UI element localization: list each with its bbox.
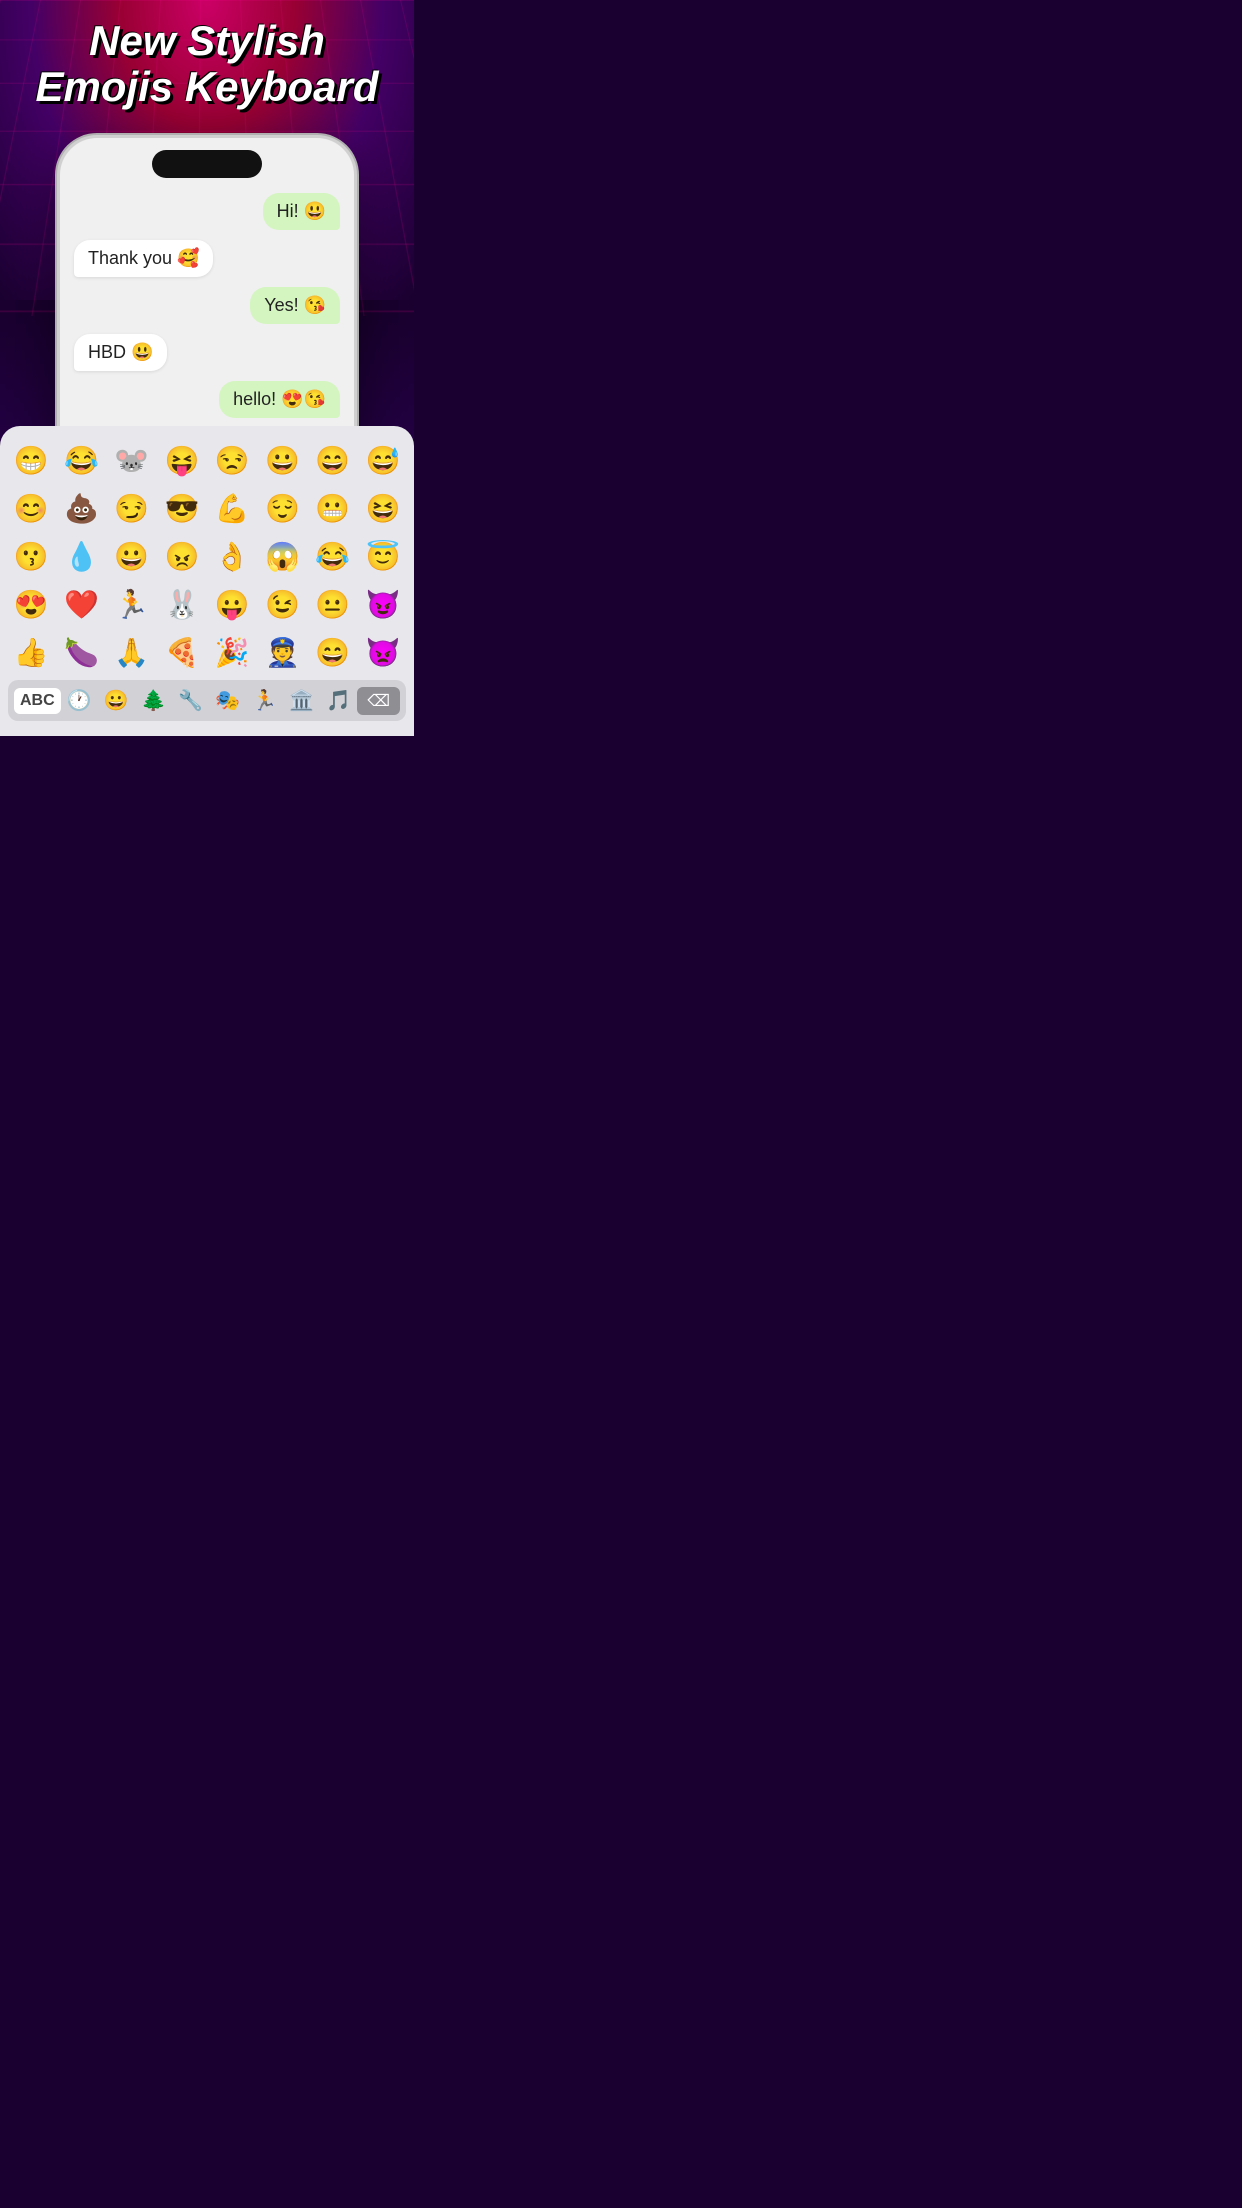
emoji-cell-17[interactable]: 💧 xyxy=(58,534,104,578)
emoji-cell-8[interactable]: 😊 xyxy=(8,486,54,530)
emoji-cell-7[interactable]: 😅 xyxy=(360,438,406,482)
emoji-cell-5[interactable]: 😀 xyxy=(259,438,305,482)
emoji-cell-31[interactable]: 😈 xyxy=(360,582,406,626)
emoji-cell-11[interactable]: 😎 xyxy=(159,486,205,530)
bubble-1: Hi! 😃 xyxy=(263,193,340,230)
emoji-cell-24[interactable]: 😍 xyxy=(8,582,54,626)
emoji-cell-15[interactable]: 😆 xyxy=(360,486,406,530)
objects-icon[interactable]: 🔧 xyxy=(172,684,209,717)
emoji-cell-23[interactable]: 😇 xyxy=(360,534,406,578)
emoji-cell-3[interactable]: 😝 xyxy=(159,438,205,482)
emoji-cell-16[interactable]: 😗 xyxy=(8,534,54,578)
app-container: New Stylish Emojis Keyboard Hi! 😃 Thank y… xyxy=(0,0,414,736)
keyboard-panel: 😁😂🐭😝😒😀😄😅😊💩😏😎💪😌😬😆😗💧😀😠👌😱😂😇😍❤️🏃🐰😛😉😐😈👍🍆🙏🍕🎉👮😄… xyxy=(0,426,414,736)
bubble-5: hello! 😍😘 xyxy=(219,381,340,418)
title-area: New Stylish Emojis Keyboard xyxy=(0,18,414,110)
emoji-cell-21[interactable]: 😱 xyxy=(259,534,305,578)
emoji-grid: 😁😂🐭😝😒😀😄😅😊💩😏😎💪😌😬😆😗💧😀😠👌😱😂😇😍❤️🏃🐰😛😉😐😈👍🍆🙏🍕🎉👮😄… xyxy=(8,438,406,674)
emoji-cell-29[interactable]: 😉 xyxy=(259,582,305,626)
emoji-cell-12[interactable]: 💪 xyxy=(209,486,255,530)
emoji-cell-4[interactable]: 😒 xyxy=(209,438,255,482)
people-icon[interactable]: 🏃 xyxy=(246,684,283,717)
emoji-cell-37[interactable]: 👮 xyxy=(259,630,305,674)
abc-button[interactable]: ABC xyxy=(14,688,61,714)
keyboard-toolbar: ABC 🕐 😀 🌲 🔧 🎭 🏃 🏛️ 🎵 ⌫ xyxy=(8,680,406,721)
emoji-cell-20[interactable]: 👌 xyxy=(209,534,255,578)
emoji-cell-14[interactable]: 😬 xyxy=(310,486,356,530)
emoji-cell-9[interactable]: 💩 xyxy=(58,486,104,530)
emoji-cell-1[interactable]: 😂 xyxy=(58,438,104,482)
emoji-cell-25[interactable]: ❤️ xyxy=(58,582,104,626)
emoji-cell-39[interactable]: 👿 xyxy=(360,630,406,674)
emoji-cell-26[interactable]: 🏃 xyxy=(109,582,155,626)
emoji-cell-34[interactable]: 🙏 xyxy=(109,630,155,674)
phone-power-button xyxy=(355,278,357,333)
symbols-icon[interactable]: 🎵 xyxy=(320,684,357,717)
bubble-3: Yes! 😘 xyxy=(250,287,340,324)
emoji-cell-32[interactable]: 👍 xyxy=(8,630,54,674)
phone-notch xyxy=(152,150,262,178)
phone-volume-up xyxy=(57,258,59,293)
nature-icon[interactable]: 🌲 xyxy=(135,684,172,717)
travel-icon[interactable]: 🏛️ xyxy=(283,684,320,717)
delete-button[interactable]: ⌫ xyxy=(357,687,400,715)
emoji-cell-36[interactable]: 🎉 xyxy=(209,630,255,674)
emoji-cell-22[interactable]: 😂 xyxy=(310,534,356,578)
bubble-4: HBD 😃 xyxy=(74,334,167,371)
emoji-cell-35[interactable]: 🍕 xyxy=(159,630,205,674)
emoji-cell-0[interactable]: 😁 xyxy=(8,438,54,482)
title-line2: Emojis Keyboard xyxy=(0,64,414,110)
emoji-cell-13[interactable]: 😌 xyxy=(259,486,305,530)
emoji-cell-10[interactable]: 😏 xyxy=(109,486,155,530)
emoji-cell-33[interactable]: 🍆 xyxy=(58,630,104,674)
bubble-2: Thank you 🥰 xyxy=(74,240,213,277)
emoji-cell-19[interactable]: 😠 xyxy=(159,534,205,578)
emoji-cell-2[interactable]: 🐭 xyxy=(109,438,155,482)
smiley-icon[interactable]: 😀 xyxy=(98,684,135,717)
emoji-cell-27[interactable]: 🐰 xyxy=(159,582,205,626)
title-line1: New Stylish xyxy=(0,18,414,64)
emoji-cell-38[interactable]: 😄 xyxy=(310,630,356,674)
emoji-cell-30[interactable]: 😐 xyxy=(310,582,356,626)
emoji-cell-6[interactable]: 😄 xyxy=(310,438,356,482)
activities-icon[interactable]: 🎭 xyxy=(209,684,246,717)
emoji-cell-28[interactable]: 😛 xyxy=(209,582,255,626)
emoji-cell-18[interactable]: 😀 xyxy=(109,534,155,578)
clock-icon[interactable]: 🕐 xyxy=(61,684,98,717)
phone-volume-down xyxy=(57,303,59,338)
